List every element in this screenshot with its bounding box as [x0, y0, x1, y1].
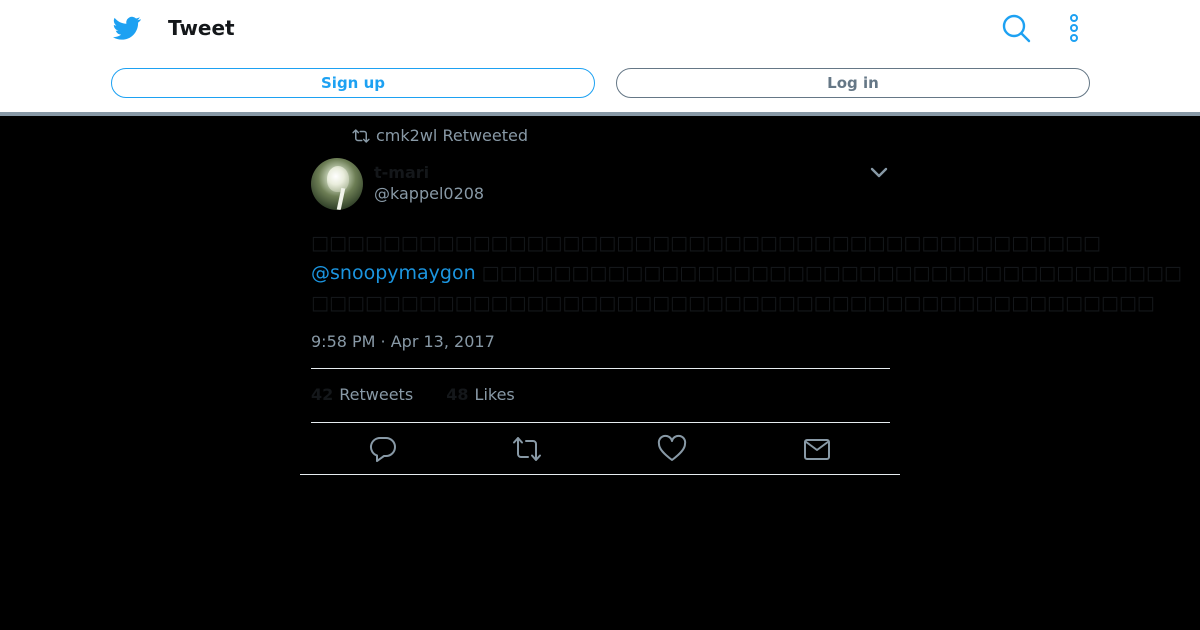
author-name[interactable]: t-mari: [374, 163, 429, 183]
signup-button[interactable]: Sign up: [111, 68, 595, 98]
likes-label: Likes: [474, 385, 515, 404]
retweet-small-icon: [352, 129, 370, 143]
tweet-timestamp[interactable]: 9:58 PM · Apr 13, 2017: [311, 332, 495, 352]
tweet-stats: 42 Retweets 48 Likes: [311, 385, 543, 405]
reply-icon[interactable]: [368, 434, 398, 464]
chevron-down-icon[interactable]: [868, 164, 890, 182]
author-handle[interactable]: @kappel0208: [374, 184, 484, 204]
divider: [311, 368, 890, 369]
divider: [311, 422, 890, 423]
page-title: Tweet: [168, 16, 235, 40]
twitter-bird-icon[interactable]: [112, 14, 142, 42]
top-header: Tweet Sign up Log in: [0, 0, 1200, 112]
mention-link[interactable]: @snoopymaygon: [311, 262, 476, 284]
share-icon[interactable]: [802, 434, 832, 464]
likes-count: 48: [446, 385, 469, 404]
tweet-text-line-2-rest: □□□□□□□□□□□□□□□□□□□□□□□□□□□□□□□□□□□□□□□: [475, 262, 1182, 284]
avatar-flower-shape: [327, 166, 349, 192]
login-button[interactable]: Log in: [616, 68, 1090, 98]
retweets-stat[interactable]: 42 Retweets: [311, 385, 413, 405]
avatar[interactable]: [311, 158, 363, 210]
tweet-text-line-1: □□□□□□□□□□□□□□□□□□□□□□□□□□□□□□□□□□□□□□□□…: [311, 232, 1101, 254]
retweet-icon[interactable]: [512, 434, 542, 464]
likes-stat[interactable]: 48 Likes: [446, 385, 515, 405]
divider: [300, 474, 900, 475]
retweets-label: Retweets: [339, 385, 414, 404]
header-divider: [0, 112, 1200, 116]
retweeted-by-text: cmk2wl Retweeted: [376, 126, 529, 145]
tweet-text-line-2: @snoopymaygon □□□□□□□□□□□□□□□□□□□□□□□□□□…: [311, 258, 1182, 288]
retweeted-by[interactable]: cmk2wl Retweeted: [352, 126, 528, 146]
tweet-text-line-3: □□□□□□□□□□□□□□□□□□□□□□□□□□□□□□□□□□□□□□□□…: [311, 292, 1155, 314]
retweets-count: 42: [311, 385, 334, 404]
tweet-text: □□□□□□□□□□□□□□□□□□□□□□□□□□□□□□□□□□□□□□□□…: [311, 228, 1182, 318]
like-icon[interactable]: [657, 434, 687, 464]
search-icon[interactable]: [1000, 12, 1032, 44]
more-vertical-icon[interactable]: [1060, 12, 1088, 44]
